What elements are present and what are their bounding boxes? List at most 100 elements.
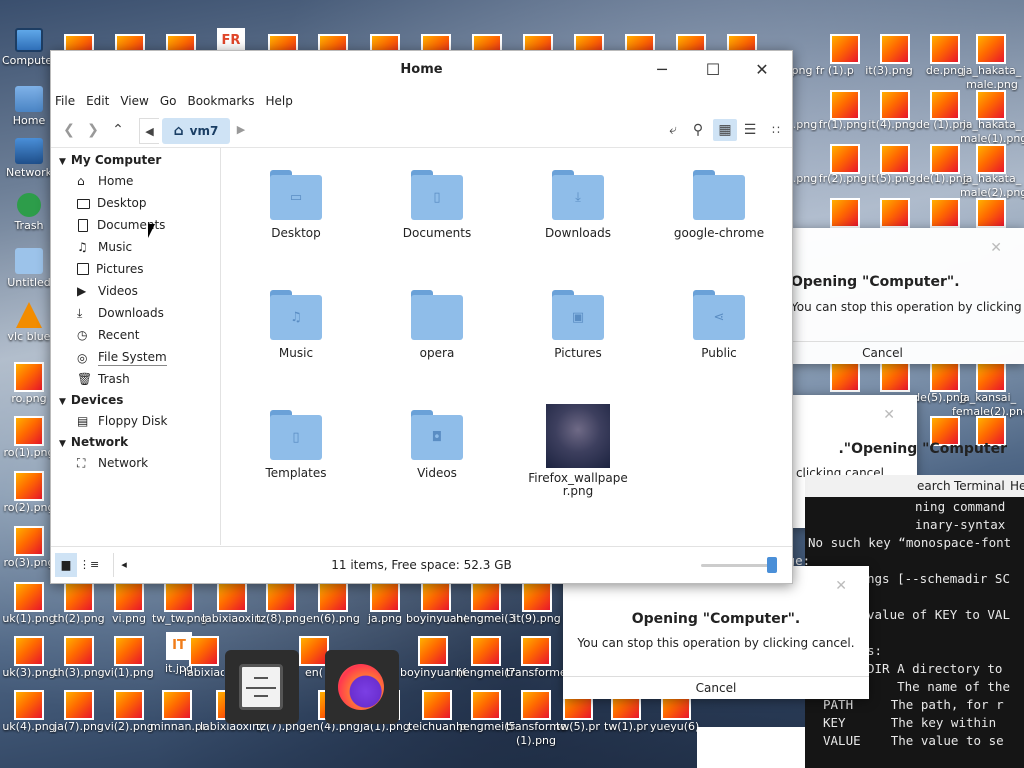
desktop-label[interactable]: .png [790,118,820,132]
desktop-file[interactable]: uk(4).png [2,692,56,734]
png-thumbnail-icon[interactable] [832,92,858,118]
menu-help[interactable]: He [1010,479,1024,493]
desktop-file[interactable]: th(2).png [52,584,106,626]
png-thumbnail-icon[interactable] [978,364,1004,390]
menu-search[interactable]: earch [917,479,951,493]
desktop-label[interactable]: .png fr (1).png [788,64,854,78]
forward-button[interactable]: ❯ [83,119,103,141]
sidebar-item-pictures[interactable]: Pictures [77,262,144,276]
desktop-file[interactable]: vi(1).png [102,638,156,680]
desktop-label[interactable]: fr(1).png [818,118,868,132]
close-button[interactable]: ✕ [751,59,773,81]
sidebar-item-floppy-disk[interactable]: ▤ Floppy Disk [77,414,168,428]
png-thumbnail-icon[interactable] [978,200,1004,226]
zoom-slider[interactable] [701,557,777,573]
close-icon[interactable]: ✕ [835,578,847,594]
menu-bookmarks[interactable]: Bookmarks [187,94,254,108]
desktop-label[interactable]: it(4).png [866,118,918,132]
desktop-file[interactable]: ja.png [358,584,412,626]
png-thumbnail-icon[interactable] [932,146,958,172]
desktop-file[interactable]: labixiaoxin(2).png [202,584,262,640]
dock-file-manager[interactable] [225,650,299,724]
sidebar-item-trash[interactable]: 🗑︎ Trash [77,372,130,386]
desktop-icon-network[interactable]: Network [2,138,56,180]
png-thumbnail-icon[interactable] [932,36,958,62]
desktop-file[interactable]: vi(2).png [102,692,156,734]
file-item-firefox-wallpaper[interactable]: Firefox_wallpaper.png [518,404,638,498]
desktop-file[interactable]: minnan.png [150,692,204,734]
menu-help[interactable]: Help [266,94,293,108]
cancel-button[interactable]: Cancel [563,676,869,699]
folder-item-pictures[interactable]: ▣ Pictures [518,290,638,360]
maximize-button[interactable]: ☐ [702,59,724,81]
icon-view-button[interactable]: ▦ [713,119,737,141]
desktop-icon-untitled[interactable]: Untitled [2,248,56,290]
desktop-file[interactable]: vi.png [102,584,156,626]
close-icon[interactable]: ✕ [990,240,1002,256]
folder-item-documents[interactable]: ▯ Documents [377,170,497,240]
desktop-icon-ro[interactable]: ro.png [2,364,56,406]
folder-item-music[interactable]: ♫ Music [236,290,356,360]
zoom-slider-handle[interactable] [766,557,777,573]
path-left-button[interactable]: ◀ [139,118,159,144]
menu-edit[interactable]: Edit [86,94,109,108]
png-thumbnail-icon[interactable] [978,146,1004,172]
toggle-location-icon[interactable]: ⤶ [663,119,683,141]
png-thumbnail-icon[interactable] [932,200,958,226]
menu-view[interactable]: View [120,94,148,108]
sidebar-section-devices[interactable]: ▼ Devices [59,393,123,407]
sidebar-section-network[interactable]: ▼ Network [59,435,128,449]
close-icon[interactable]: ✕ [883,407,895,423]
list-view-button[interactable]: ☰ [739,119,761,141]
desktop-label[interactable]: it(5).png [866,172,918,186]
sidebar-item-downloads[interactable]: ⤓ Downloads [77,306,164,320]
desktop-file[interactable]: labixiaoxin.png [184,638,224,680]
compact-view-button[interactable]: ∷ [765,119,787,141]
menu-file[interactable]: File [55,94,75,108]
png-thumbnail-icon[interactable] [978,36,1004,62]
dock-firefox[interactable] [325,650,399,724]
menu-go[interactable]: Go [160,94,177,108]
folder-item-templates[interactable]: ▯ Templates [236,410,356,480]
menu-terminal[interactable]: Terminal [954,479,1005,493]
desktop-file[interactable]: hengmei(3).png [456,584,516,640]
desktop-icon-computer[interactable]: Computer [2,28,56,68]
png-thumbnail-icon[interactable] [882,364,908,390]
folder-item-desktop[interactable]: ▭ Desktop [236,170,356,240]
sidebar-item-recent[interactable]: ◷ Recent [77,328,139,342]
desktop-label[interactable]: ja_kansai_ female(2).png [952,391,1024,419]
desktop-icon-vlc[interactable]: vlc blue [2,302,56,344]
window-titlebar[interactable]: Home ─ ☐ ✕ [51,51,792,89]
sidebar-item-network[interactable]: ⛶ Network [77,456,148,470]
png-thumbnail-icon[interactable] [932,364,958,390]
up-button[interactable]: ⌃ [107,119,129,141]
desktop-file[interactable]: th(3).png [52,638,106,680]
search-icon[interactable]: ⚲ [687,119,709,141]
png-thumbnail-icon[interactable] [882,146,908,172]
desktop-file[interactable]: uk(1).png [2,584,56,626]
desktop-label[interactable]: .png [790,172,820,186]
png-thumbnail-icon[interactable] [832,364,858,390]
desktop-file[interactable]: en(6).png [306,584,360,626]
desktop-file[interactable]: uk(3).png [2,638,56,680]
minimize-button[interactable]: ─ [651,59,673,81]
back-button[interactable]: ❮ [59,119,79,141]
desktop-label[interactable]: ja_hakata_ male.png [960,64,1024,92]
desktop-icon-ro2[interactable]: ro(2).png [2,473,56,515]
desktop-label[interactable]: ja_hakata_ male(2).png [960,172,1024,200]
desktop-file[interactable]: transformer.png [506,638,566,680]
folder-item-downloads[interactable]: ⤓ Downloads [518,170,638,240]
folder-item-public[interactable]: ⋖ Public [659,290,779,360]
png-thumbnail-icon[interactable] [832,146,858,172]
sidebar-item-videos[interactable]: ▶ Videos [77,284,138,298]
folder-item-videos[interactable]: ◘ Videos [377,410,497,480]
sidebar-item-home[interactable]: ⌂ Home [77,174,133,188]
desktop-label[interactable]: fr(2).png [818,172,868,186]
png-thumbnail-icon[interactable] [978,92,1004,118]
desktop-file[interactable]: en( [300,638,328,680]
png-thumbnail-icon[interactable] [932,92,958,118]
desktop-file[interactable]: tw_tw.png [152,584,206,626]
png-thumbnail-icon[interactable] [832,36,858,62]
desktop-icon-ro1[interactable]: ro(1).png [2,418,56,460]
desktop-file[interactable]: it(9).png [510,584,564,626]
